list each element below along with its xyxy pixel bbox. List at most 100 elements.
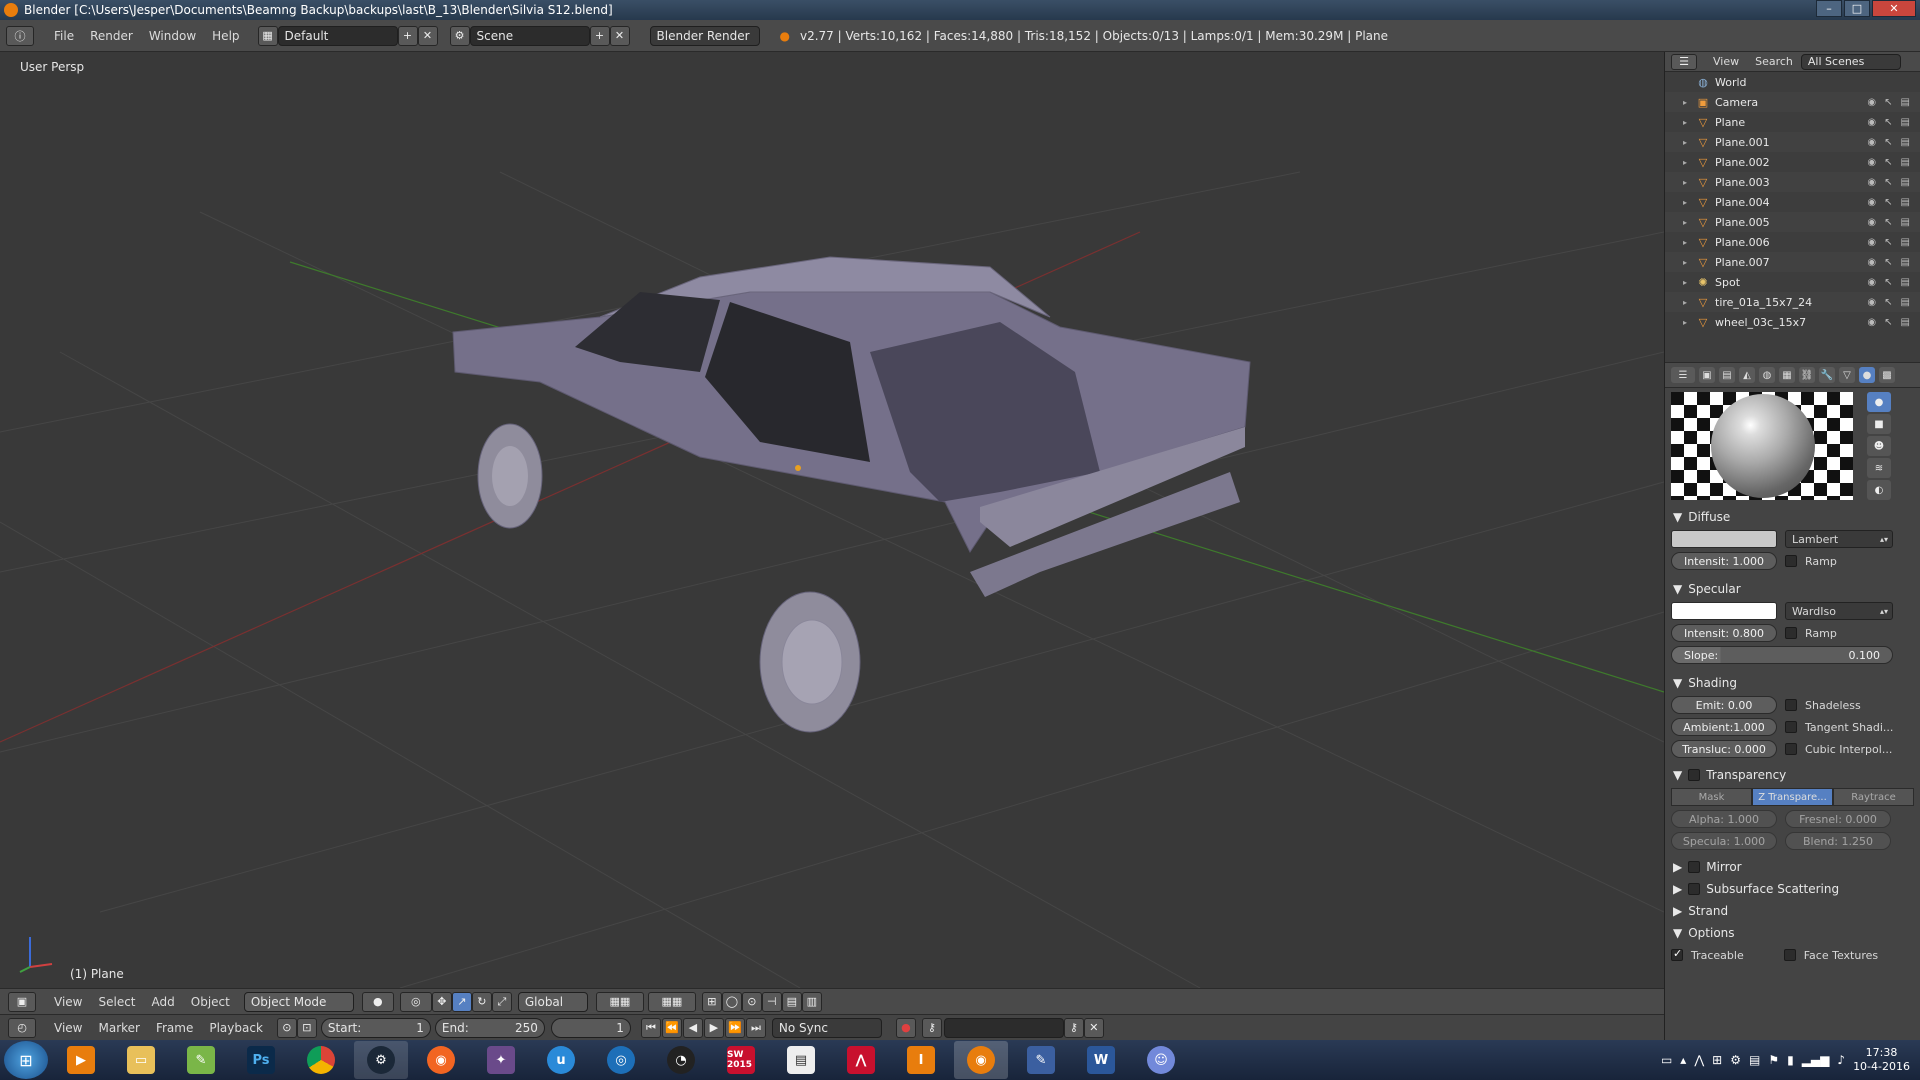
visibility-icon[interactable]: ◉ [1867, 277, 1876, 288]
play-icon[interactable]: ▶ [703, 1017, 724, 1038]
menu-view[interactable]: View [46, 1018, 90, 1038]
record-icon[interactable]: ● [895, 1017, 916, 1038]
outliner-item-plane005[interactable]: ▸ ▽ Plane.005 ◉ ↖ ▤ [1665, 212, 1920, 232]
taskbar-app-explorer[interactable]: ▭ [114, 1041, 168, 1079]
diffuse-ramp-checkbox[interactable]: Ramp [1785, 555, 1837, 568]
outliner-icon[interactable]: ☰ [1671, 53, 1697, 70]
mode-dropdown[interactable]: Object Mode [243, 991, 354, 1012]
mirror-checkbox[interactable] [1688, 861, 1701, 873]
next-key-icon[interactable]: ⏩ [724, 1017, 745, 1038]
acrobat-tray-icon[interactable]: ⋀ [1694, 1053, 1704, 1067]
layers-2-icon[interactable]: ▦▦ [647, 991, 696, 1012]
visibility-icon[interactable]: ◉ [1867, 177, 1876, 188]
select-icon[interactable]: ↖ [1884, 97, 1892, 108]
options-panel-header[interactable]: ▼ Options [1665, 922, 1920, 944]
outliner-item-wheel[interactable]: ▸ ▽ wheel_03c_15x7 ◉ ↖ ▤ [1665, 312, 1920, 332]
render-tab-icon[interactable]: ▣ [1699, 367, 1715, 383]
scene-tab-icon[interactable]: ◭ [1739, 367, 1755, 383]
render-icon[interactable]: ▤ [1901, 237, 1910, 248]
outliner-item-plane[interactable]: ▸ ▽ Plane ◉ ↖ ▤ [1665, 112, 1920, 132]
render-icon[interactable]: ▤ [1901, 197, 1910, 208]
sss-panel-header[interactable]: ▶ Subsurface Scattering [1665, 878, 1920, 900]
select-icon[interactable]: ↖ [1884, 197, 1892, 208]
opengl-render-icon[interactable]: ▥ [801, 991, 822, 1012]
properties-icon[interactable]: ☰ [1671, 367, 1695, 383]
lock-icon[interactable]: ⊞ [701, 991, 722, 1012]
taskbar-app-tool[interactable]: ✎ [1014, 1041, 1068, 1079]
select-icon[interactable]: ↖ [1884, 217, 1892, 228]
visibility-icon[interactable]: ◉ [1867, 257, 1876, 268]
orientation-dropdown[interactable]: Global [517, 991, 588, 1012]
outliner-search-menu[interactable]: Search [1747, 52, 1801, 72]
menu-select[interactable]: Select [90, 992, 143, 1012]
shading-panel-header[interactable]: ▼ Shading [1665, 672, 1920, 694]
play-reverse-icon[interactable]: ◀ [682, 1017, 703, 1038]
transparency-mode-ztransparency[interactable]: Z Transpare... [1752, 788, 1833, 806]
preview-hair-icon[interactable]: ≋ [1867, 458, 1891, 478]
end-frame-field[interactable]: End: 250 [434, 1017, 545, 1038]
visibility-icon[interactable]: ◉ [1867, 157, 1876, 168]
menu-playback[interactable]: Playback [201, 1018, 271, 1038]
tangent-shading-checkbox[interactable]: Tangent Shadi... [1785, 721, 1893, 734]
shading-icon[interactable]: ● [361, 991, 394, 1012]
specular-ramp-checkbox[interactable]: Ramp [1785, 627, 1837, 640]
strand-panel-header[interactable]: ▶ Strand [1665, 900, 1920, 922]
render-icon[interactable]: ▤ [1901, 177, 1910, 188]
volume-icon[interactable]: ♪ [1837, 1053, 1845, 1067]
visibility-icon[interactable]: ◉ [1867, 237, 1876, 248]
specular-intensity-field[interactable]: Intensit: 0.800 [1671, 624, 1777, 642]
render-icon[interactable]: ▤ [1901, 137, 1910, 148]
jump-end-icon[interactable]: ⏭ [745, 1017, 766, 1038]
taskbar-app-notes[interactable]: ▤ [774, 1041, 828, 1079]
menu-window[interactable]: Window [141, 26, 204, 46]
clock[interactable]: 17:38 10-4-2016 [1853, 1046, 1910, 1074]
render-engine-dropdown[interactable]: Blender Render [649, 25, 760, 46]
display-tray-icon[interactable]: ▤ [1749, 1053, 1760, 1067]
layout-field[interactable]: Default [277, 25, 398, 46]
diffuse-shader-dropdown[interactable]: Lambert [1785, 530, 1893, 548]
tray-expand-icon[interactable]: ▴ [1680, 1053, 1686, 1067]
data-tab-icon[interactable]: ▽ [1839, 367, 1855, 383]
face-textures-checkbox[interactable]: Face Textures [1783, 949, 1878, 962]
emit-field[interactable]: Emit: 0.00 [1671, 696, 1777, 714]
current-frame-field[interactable]: 1 [550, 1017, 631, 1038]
outliner-item-plane004[interactable]: ▸ ▽ Plane.004 ◉ ↖ ▤ [1665, 192, 1920, 212]
transparency-mode-mask[interactable]: Mask [1671, 788, 1752, 806]
outliner-item-plane006[interactable]: ▸ ▽ Plane.006 ◉ ↖ ▤ [1665, 232, 1920, 252]
windows-tray-icon[interactable]: ⊞ [1712, 1053, 1722, 1067]
render-icon[interactable]: ▤ [1901, 317, 1910, 328]
show-desktop-icon[interactable]: ▭ [1661, 1053, 1672, 1067]
rotate-icon[interactable]: ↻ [471, 991, 492, 1012]
render-icon[interactable]: ▤ [1901, 297, 1910, 308]
render-icon[interactable]: ▤ [1901, 97, 1910, 108]
select-icon[interactable]: ↖ [1884, 237, 1892, 248]
taskbar-app-steam[interactable]: ⚙ [354, 1041, 408, 1079]
object-tab-icon[interactable]: ▦ [1779, 367, 1795, 383]
menu-file[interactable]: File [46, 26, 82, 46]
editor-type-icon[interactable]: ⓘ [6, 25, 34, 46]
scene-icon[interactable]: ⚙ [449, 25, 470, 46]
world-tab-icon[interactable]: ◍ [1759, 367, 1775, 383]
power-icon[interactable]: ▮ [1787, 1053, 1794, 1067]
start-frame-field[interactable]: Start: 1 [320, 1017, 431, 1038]
menu-frame[interactable]: Frame [148, 1018, 201, 1038]
delete-key-icon[interactable]: ✕ [1083, 1017, 1104, 1038]
taskbar-app-solidworks[interactable]: SW 2015 [714, 1041, 768, 1079]
jump-start-icon[interactable]: ⏮ [640, 1017, 661, 1038]
select-icon[interactable]: ↖ [1884, 277, 1892, 288]
taskbar-app-photoshop[interactable]: Ps [234, 1041, 288, 1079]
remove-scene-icon[interactable]: ✕ [609, 25, 630, 46]
menu-help[interactable]: Help [204, 26, 247, 46]
outliner-filter-dropdown[interactable]: All Scenes [1800, 53, 1901, 70]
maximize-button[interactable]: □ [1844, 0, 1870, 17]
keying-icon[interactable]: ⚷ [921, 1017, 942, 1038]
select-icon[interactable]: ↖ [1884, 257, 1892, 268]
outliner-item-plane002[interactable]: ▸ ▽ Plane.002 ◉ ↖ ▤ [1665, 152, 1920, 172]
remove-layout-icon[interactable]: ✕ [417, 25, 438, 46]
diffuse-color-swatch[interactable] [1671, 530, 1777, 548]
taskbar-app-inventor[interactable]: I [894, 1041, 948, 1079]
material-tab-icon[interactable]: ● [1859, 367, 1875, 383]
preview-sphere-icon[interactable]: ● [1867, 392, 1891, 412]
scene-field[interactable]: Scene [469, 25, 590, 46]
specular-panel-header[interactable]: ▼ Specular [1665, 578, 1920, 600]
